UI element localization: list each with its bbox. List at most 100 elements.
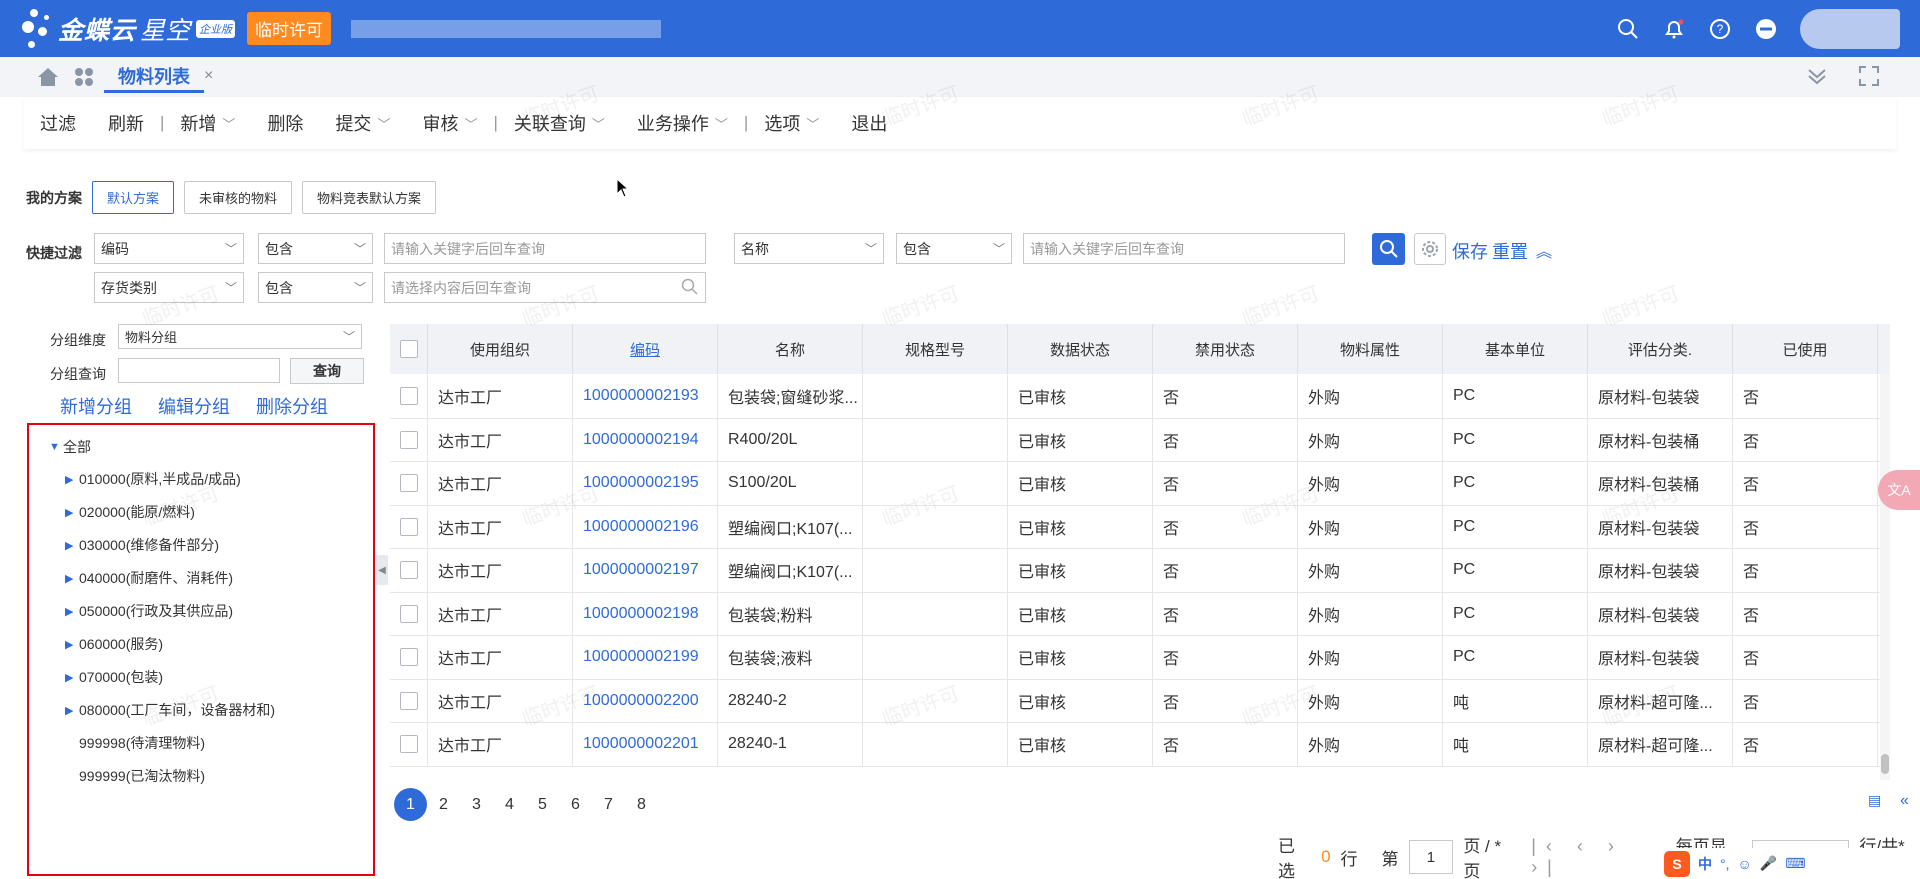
material-code-link[interactable]: 1000000002195: [573, 462, 718, 505]
search-icon[interactable]: [1616, 17, 1640, 41]
tree-node[interactable]: ▶ 030000(维修备件部分): [65, 535, 219, 555]
tree-node[interactable]: ▶ 050000(行政及其供应品): [65, 601, 233, 621]
material-code-link[interactable]: 1000000002196: [573, 505, 718, 548]
material-code-link[interactable]: 1000000002201: [573, 723, 718, 766]
tab-close-icon[interactable]: ×: [204, 67, 213, 85]
material-code-link[interactable]: 1000000002194: [573, 418, 718, 461]
submit-button[interactable]: 提交 ﹀: [319, 110, 406, 136]
filter-field-select-3[interactable]: 存货类别 ﹀: [94, 272, 244, 303]
tree-node[interactable]: ▶ 070000(包装): [65, 667, 163, 687]
page-number[interactable]: 7: [592, 788, 625, 821]
filter-op-select-1[interactable]: 包含 ﹀: [258, 233, 373, 264]
row-checkbox[interactable]: [400, 474, 418, 493]
punctuation-icon[interactable]: °,: [1720, 856, 1730, 872]
filter-keyword-input-1[interactable]: 请输入关键字后回车查询: [384, 233, 706, 264]
tree-node[interactable]: ▶ 080000(工厂车间，设备器材和): [65, 700, 275, 720]
chevron-down-icon[interactable]: ﹀: [222, 114, 235, 133]
chevron-down-icon[interactable]: ﹀: [592, 114, 605, 133]
row-checkbox[interactable]: [400, 735, 418, 754]
home-icon[interactable]: [36, 65, 60, 89]
caret-right-icon[interactable]: ▶: [65, 638, 79, 651]
row-checkbox[interactable]: [400, 387, 418, 406]
tab-material-list[interactable]: 物料列表: [104, 61, 204, 93]
filter-op-select-2[interactable]: 包含 ﹀: [896, 233, 1012, 264]
row-checkbox-cell[interactable]: [390, 679, 428, 722]
filter-settings-button[interactable]: [1414, 233, 1446, 265]
row-checkbox-cell[interactable]: [390, 505, 428, 548]
caret-right-icon[interactable]: ▶: [65, 506, 79, 519]
ime-language[interactable]: 中: [1698, 854, 1712, 874]
filter-button[interactable]: 过滤: [24, 110, 92, 136]
caret-right-icon[interactable]: ▶: [65, 473, 79, 486]
table-row[interactable]: 达市工厂 1000000002196 塑编阀口;K107(... 已审核否外购 PC 原材…: [390, 505, 1880, 549]
refresh-button[interactable]: 刷新: [92, 110, 160, 136]
panel-collapse-handle[interactable]: ◀: [376, 555, 388, 585]
tree-node[interactable]: ▶ 040000(耐磨件、消耗件): [65, 568, 233, 588]
caret-down-icon[interactable]: ▼: [49, 441, 63, 453]
table-row[interactable]: 达市工厂 1000000002195 S100/20L 已审核否外购 PC 原材料-包装桶…: [390, 462, 1880, 506]
tree-node[interactable]: ▶ 060000(服务): [65, 634, 163, 654]
column-header[interactable]: 使用组织: [428, 324, 573, 374]
page-number[interactable]: 2: [427, 788, 460, 821]
edit-group-link[interactable]: 编辑分组: [158, 393, 230, 419]
bell-icon[interactable]: [1662, 17, 1686, 41]
add-group-link[interactable]: 新增分组: [60, 393, 132, 419]
expand-side-icon[interactable]: «: [1900, 792, 1909, 810]
column-header[interactable]: 基本单位: [1443, 324, 1588, 374]
tree-node[interactable]: 999998(待清理物料): [65, 733, 205, 753]
table-row[interactable]: 达市工厂 1000000002193 包装袋;窗缝砂浆... 已审核否外购 PC 原材料-…: [390, 375, 1880, 419]
material-code-link[interactable]: 1000000002200: [573, 679, 718, 722]
translate-icon[interactable]: 文A: [1878, 470, 1920, 510]
table-row[interactable]: 达市工厂 1000000002194 R400/20L 已审核否外购 PC 原材料-包装桶…: [390, 418, 1880, 462]
scheme-unaudited[interactable]: 未审核的物料: [184, 181, 293, 214]
column-header[interactable]: 物料属性: [1298, 324, 1443, 374]
column-header[interactable]: 编码: [573, 324, 718, 374]
options-button[interactable]: 选项 ﹀: [748, 110, 835, 136]
delete-button[interactable]: 删除: [251, 110, 319, 136]
page-number[interactable]: 8: [625, 788, 658, 821]
user-avatar[interactable]: [1800, 8, 1900, 49]
row-checkbox-cell[interactable]: [390, 592, 428, 635]
page-number[interactable]: 6: [559, 788, 592, 821]
delete-group-link[interactable]: 删除分组: [256, 393, 328, 419]
collapse-down-icon[interactable]: [1806, 65, 1828, 91]
column-header[interactable]: 规格型号: [863, 324, 1008, 374]
page-number-input[interactable]: 1: [1408, 840, 1454, 874]
select-all-checkbox[interactable]: [399, 340, 418, 358]
row-checkbox-cell[interactable]: [390, 549, 428, 592]
caret-right-icon[interactable]: ▶: [65, 539, 79, 552]
business-ops-button[interactable]: 业务操作 ﹀: [621, 110, 744, 136]
caret-right-icon[interactable]: ▶: [65, 572, 79, 585]
save-filter-link[interactable]: 保存: [1452, 238, 1488, 264]
comment-icon[interactable]: ▤: [1868, 792, 1881, 809]
page-number[interactable]: 4: [493, 788, 526, 821]
tree-node[interactable]: ▶ 010000(原料,半成品/成品): [65, 469, 241, 489]
page-number[interactable]: 3: [460, 788, 493, 821]
row-checkbox[interactable]: [400, 517, 418, 536]
table-row[interactable]: 达市工厂 1000000002198 包装袋;粉料 已审核否外购 PC 原材料-包装袋否: [390, 592, 1880, 636]
column-header[interactable]: 禁用状态: [1153, 324, 1298, 374]
tree-node[interactable]: ▶ 020000(能原/燃料): [65, 502, 195, 522]
search-icon[interactable]: [681, 278, 699, 299]
chevron-down-icon[interactable]: ﹀: [806, 114, 819, 133]
material-code-link[interactable]: 1000000002197: [573, 549, 718, 592]
minus-circle-icon[interactable]: [1754, 17, 1778, 41]
app-logo[interactable]: 金蝶云 星空 企业版: [20, 3, 236, 55]
help-icon[interactable]: ?: [1708, 17, 1732, 41]
mic-icon[interactable]: 🎤: [1760, 855, 1777, 872]
table-row[interactable]: 达市工厂 1000000002200 28240-2 已审核否外购吨原材料-超可隆..…: [390, 679, 1880, 723]
page-number[interactable]: 5: [526, 788, 559, 821]
reset-filter-link[interactable]: 重置: [1492, 238, 1528, 264]
filter-field-select-2[interactable]: 名称 ﹀: [734, 233, 884, 264]
row-checkbox[interactable]: [400, 691, 418, 710]
column-header[interactable]: 数据状态: [1008, 324, 1153, 374]
scheme-default[interactable]: 默认方案: [92, 181, 175, 214]
row-checkbox-cell[interactable]: [390, 418, 428, 461]
tree-node[interactable]: 999999(已淘汰物料): [65, 766, 205, 786]
row-checkbox[interactable]: [400, 430, 418, 449]
row-checkbox[interactable]: [400, 561, 418, 580]
keyboard-icon[interactable]: ⌨: [1785, 855, 1805, 872]
table-row[interactable]: 达市工厂 1000000002199 包装袋;液料 已审核否外购 PC 原材料-包装袋否: [390, 636, 1880, 680]
group-query-input[interactable]: [118, 358, 280, 383]
column-header[interactable]: 名称: [718, 324, 863, 374]
